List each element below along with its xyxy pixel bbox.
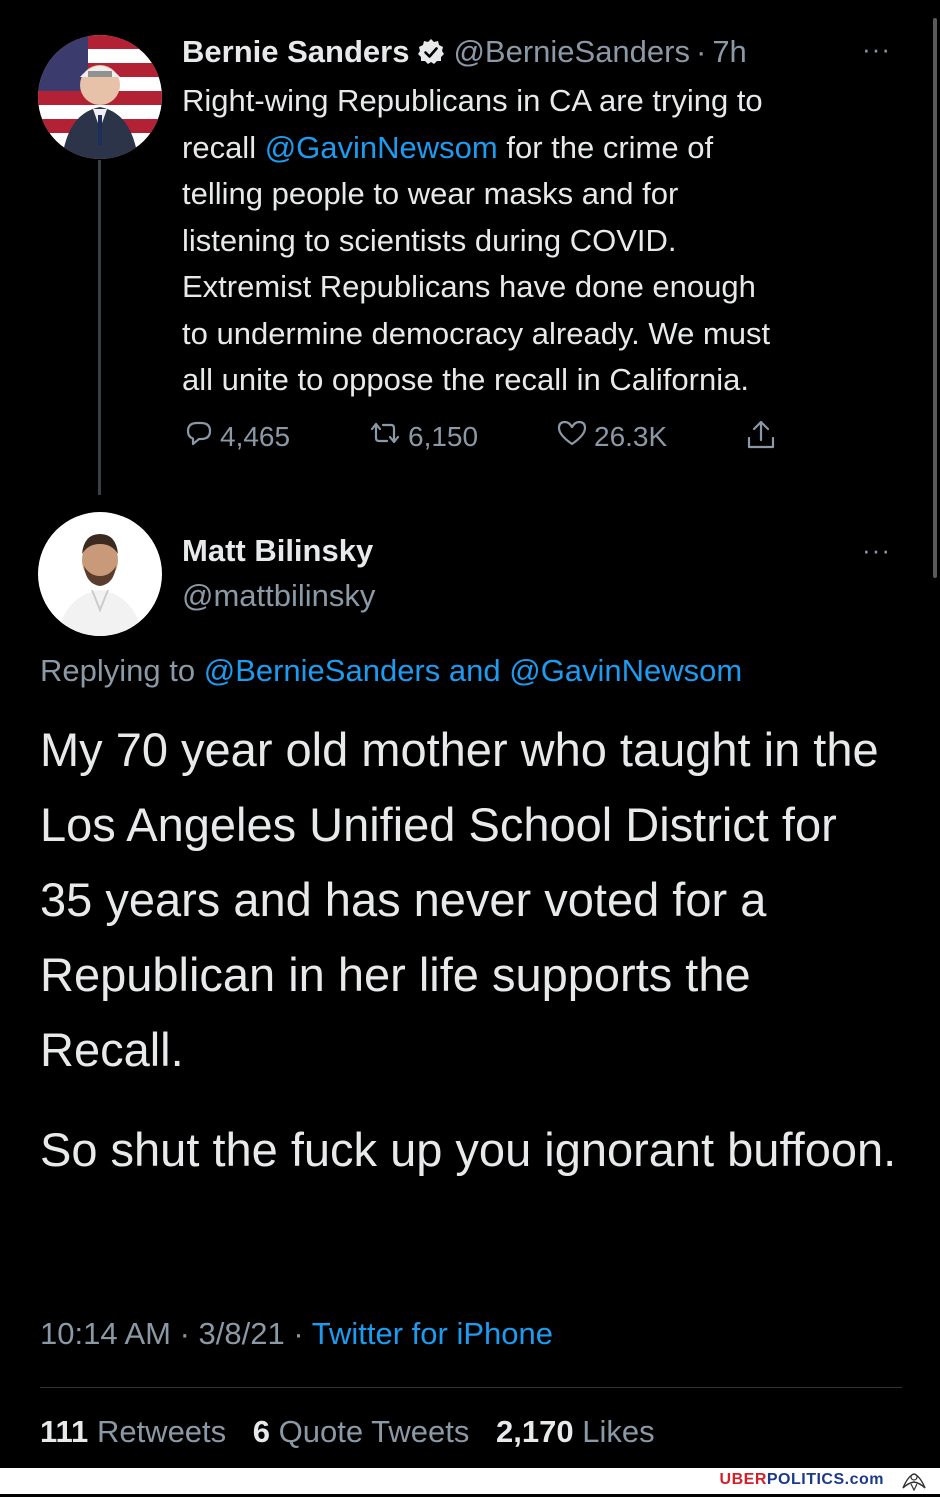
tweet2-source-link[interactable]: Twitter for iPhone (312, 1316, 553, 1351)
replying-to-line: Replying to @BernieSanders and @GavinNew… (40, 653, 742, 689)
scrollbar[interactable] (933, 18, 937, 578)
matt-avatar[interactable] (38, 512, 162, 636)
retweet-button[interactable]: 6,150 (368, 418, 478, 455)
tweet2-author-name[interactable]: Matt Bilinsky (182, 533, 373, 569)
tweet2-date[interactable]: 3/8/21 (199, 1316, 285, 1351)
more-dots-icon[interactable]: ··· (862, 535, 891, 566)
watermark-uber: UBER (719, 1471, 767, 1488)
like-button[interactable]: 26.3K (556, 418, 667, 455)
likes-label: Likes (582, 1414, 655, 1449)
likes-stat[interactable]: 2,170 Likes (496, 1414, 673, 1449)
retweet-count: 6,150 (408, 420, 479, 452)
divider (40, 1387, 902, 1388)
reply-icon (184, 418, 220, 455)
retweets-count: 111 (40, 1414, 89, 1449)
likes-total-count: 2,170 (496, 1414, 574, 1449)
quote-tweets-stat[interactable]: 6 Quote Tweets (253, 1414, 488, 1449)
bernie-avatar[interactable] (38, 35, 162, 159)
tweet1-header: Bernie Sanders @BernieSanders · 7h (182, 30, 902, 74)
tweet1-text-part2: for the crime of telling people to wear … (182, 129, 771, 398)
tweet2-paragraph-2: So shut the fuck up you ignorant buffoon… (40, 1123, 897, 1176)
meta-separator: · (284, 1316, 312, 1351)
reply-count: 4,465 (220, 420, 291, 452)
tweet1-author-handle[interactable]: @BernieSanders (453, 34, 690, 70)
share-button[interactable] (744, 418, 784, 459)
tweet2-paragraph-1: My 70 year old mother who taught in the … (40, 723, 879, 1076)
eagle-logo-icon (900, 1470, 928, 1492)
watermark-politics: POLITICS.com (766, 1471, 884, 1488)
mention-link-gavinnewsom[interactable]: @GavinNewsom (509, 653, 742, 688)
tweet1-author-name[interactable]: Bernie Sanders (182, 34, 409, 70)
mention-link-gavinnewsom[interactable]: @GavinNewsom (265, 130, 498, 165)
tweet1-text: Right-wing Republicans in CA are trying … (182, 78, 902, 404)
tweet-thread: Bernie Sanders @BernieSanders · 7h ··· R… (0, 0, 940, 1494)
tweet2-meta: 10:14 AM · 3/8/21 · Twitter for iPhone (40, 1316, 553, 1352)
quote-tweets-label: Quote Tweets (278, 1414, 470, 1449)
retweet-icon (368, 418, 408, 455)
replying-to-label: Replying to (40, 653, 204, 688)
tweet1-time-separator: · (695, 34, 707, 69)
tweet1-action-bar: 4,465 6,150 26.3K (182, 418, 802, 462)
like-count: 26.3K (594, 420, 668, 452)
tweet2-text: My 70 year old mother who taught in the … (40, 712, 900, 1212)
share-icon (744, 418, 784, 459)
replying-and: and (440, 653, 510, 688)
retweets-stat[interactable]: 111 Retweets (40, 1414, 244, 1449)
tweet2-author-handle[interactable]: @mattbilinsky (182, 578, 375, 614)
tweet1-timestamp[interactable]: 7h (712, 34, 746, 70)
quote-tweets-count: 6 (252, 1414, 271, 1449)
meta-separator: · (170, 1316, 199, 1351)
mention-link-berniesanders[interactable]: @BernieSanders (204, 653, 441, 688)
reply-button[interactable]: 4,465 (184, 418, 290, 455)
thread-connector-line (98, 160, 101, 495)
tweet2-stats: 111 Retweets 6 Quote Tweets 2,170 Likes (40, 1414, 673, 1450)
more-dots-icon[interactable]: ··· (862, 34, 891, 65)
tweet2-time[interactable]: 10:14 AM (40, 1316, 171, 1351)
watermark-text: UBERPOLITICS.com (720, 1471, 884, 1489)
retweets-label: Retweets (96, 1414, 227, 1449)
verified-badge-icon (417, 38, 445, 66)
like-icon (556, 418, 594, 455)
